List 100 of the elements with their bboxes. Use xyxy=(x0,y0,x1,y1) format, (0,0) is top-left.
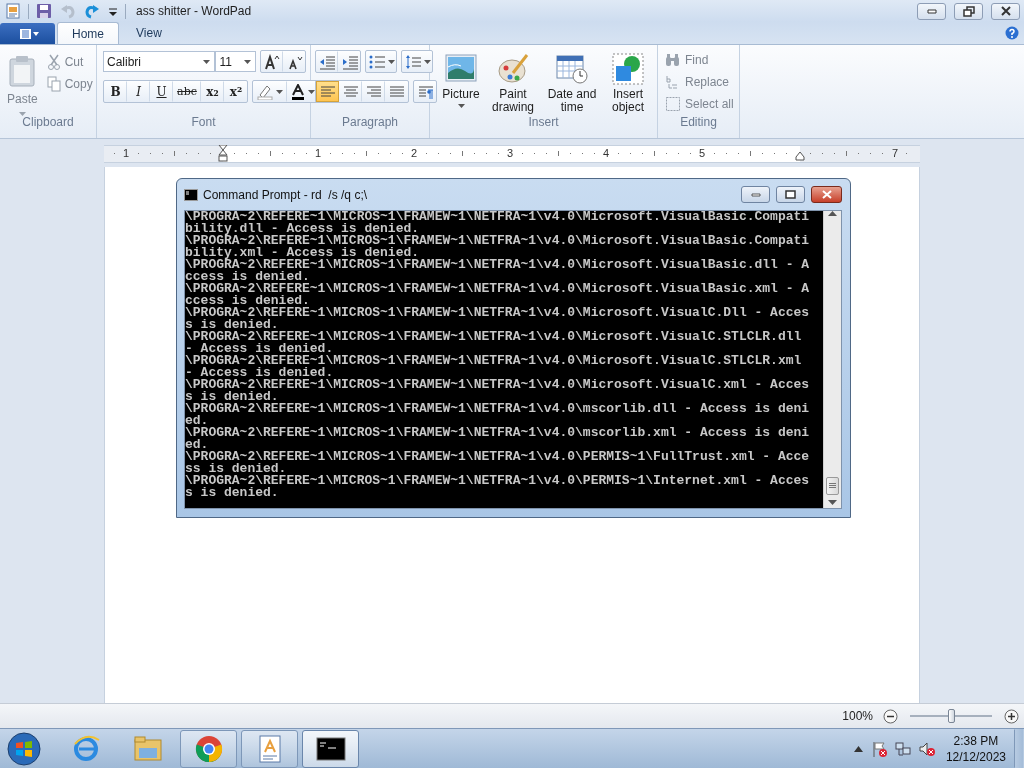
speaker-muted-icon[interactable] xyxy=(918,740,935,757)
console-line: \PROGRA~2\REFERE~1\MICROS~1\FRAMEW~1\NETFRA~1\v4.0\Microsoft.VisualBasic.dll - A xyxy=(185,259,811,271)
strikethrough-button[interactable]: abc xyxy=(173,81,201,102)
bold-button[interactable]: B xyxy=(104,81,127,102)
start-button[interactable] xyxy=(4,729,44,768)
caret-icon xyxy=(457,104,465,108)
ribbon-tab[interactable]: Home xyxy=(57,22,119,44)
bullet-list-icon xyxy=(368,53,385,70)
taskbar-button[interactable] xyxy=(302,729,359,768)
palette-icon xyxy=(497,53,529,85)
console-line: s is denied. xyxy=(185,487,280,499)
console-line: \PROGRA~2\REFERE~1\MICROS~1\FRAMEW~1\NETFRA~1\v4.0\Microsoft.VisualBasic.Compati xyxy=(185,211,811,223)
windows-logo-icon xyxy=(7,731,41,766)
superscript-button[interactable]: x² xyxy=(224,81,247,102)
font-color-icon xyxy=(290,83,305,100)
down-arrow-icon[interactable] xyxy=(828,499,837,505)
flag-icon[interactable] xyxy=(870,740,887,757)
close-icon xyxy=(1000,6,1011,16)
indent-marker-icon[interactable] xyxy=(218,145,228,162)
select-all-icon xyxy=(665,96,681,112)
justify-icon xyxy=(389,83,405,100)
close-button[interactable] xyxy=(811,186,842,203)
ruler-number: 1 xyxy=(122,147,130,159)
zoom-in-icon[interactable] xyxy=(1004,708,1019,724)
close-button[interactable] xyxy=(991,2,1020,20)
up-arrow-icon[interactable] xyxy=(853,745,863,752)
italic-button[interactable]: I xyxy=(127,81,150,102)
up-arrow-icon[interactable] xyxy=(828,211,837,217)
chrome-icon xyxy=(193,733,224,764)
console-line: \PROGRA~2\REFERE~1\MICROS~1\FRAMEW~1\NETFRA~1\v4.0\PERMIS~1\FullTrust.xml - Acce xyxy=(185,451,811,463)
console-line: ccess is denied. xyxy=(185,295,310,307)
caret-icon xyxy=(18,112,26,116)
slider-thumb[interactable] xyxy=(948,709,955,723)
console-line: s is denied. xyxy=(185,391,279,403)
group-label: Font xyxy=(190,115,217,131)
shapes-icon xyxy=(612,53,644,85)
redo-icon[interactable] xyxy=(84,3,100,19)
console-line: - Access is denied. xyxy=(185,343,334,355)
save-icon[interactable] xyxy=(36,3,52,19)
highlighter-icon xyxy=(257,83,273,100)
maximize-button[interactable] xyxy=(776,186,805,203)
console-line: ed. xyxy=(185,415,209,427)
help-icon[interactable] xyxy=(1005,26,1019,40)
align-left-icon xyxy=(319,83,336,100)
scrollbar[interactable] xyxy=(823,211,841,508)
folder-icon xyxy=(132,733,163,764)
console-line: \PROGRA~2\REFERE~1\MICROS~1\FRAMEW~1\NETFRA~1\v4.0\Microsoft.VisualC.STLCLR.dll xyxy=(185,331,803,343)
insert-object-button[interactable]: Insert object xyxy=(606,50,650,115)
console-line: - Access is denied. xyxy=(185,367,334,379)
console-line: ccess is denied. xyxy=(185,271,310,283)
clipboard-icon xyxy=(8,55,37,87)
network-icon[interactable] xyxy=(894,740,911,757)
caret-icon xyxy=(307,89,315,94)
ruler-number: 4 xyxy=(602,147,610,159)
ribbon-tab[interactable]: View xyxy=(121,22,177,44)
font-size-dropdown[interactable]: 11 xyxy=(215,51,256,72)
terminal-icon xyxy=(184,188,198,201)
subscript-button[interactable]: x₂ xyxy=(201,81,224,102)
minimize-button[interactable] xyxy=(741,186,770,203)
group-label: Paragraph xyxy=(340,115,399,131)
zoom-level: 100% xyxy=(842,709,873,723)
caret-icon xyxy=(387,59,395,64)
align-center-icon xyxy=(342,83,359,100)
console-line: bility.dll - Access is denied. xyxy=(185,223,420,235)
restore-icon xyxy=(962,5,975,17)
caret-icon xyxy=(276,89,283,94)
console-line: bility.xml - Access is denied. xyxy=(185,247,420,259)
right-indent-marker-icon[interactable] xyxy=(795,151,805,161)
console-line: \PROGRA~2\REFERE~1\MICROS~1\FRAMEW~1\NETFRA~1\v4.0\Microsoft.VisualBasic.xml - A xyxy=(185,283,811,295)
calendar-clock-icon xyxy=(556,53,588,85)
font-family-dropdown[interactable]: Calibri xyxy=(103,51,216,72)
console-line: \PROGRA~2\REFERE~1\MICROS~1\FRAMEW~1\NETFRA~1\v4.0\Microsoft.VisualC.Dll - Acces xyxy=(185,307,811,319)
zoom-out-icon[interactable] xyxy=(883,708,898,724)
binoculars-icon xyxy=(665,52,681,68)
app-menu-button[interactable] xyxy=(0,23,55,44)
decrease-indent-icon xyxy=(319,53,335,70)
console-line: ed. xyxy=(185,439,209,451)
window-title: Command Prompt - rd /s /q c;\ xyxy=(203,187,368,202)
grip-icon xyxy=(829,483,836,489)
ruler-number: 3 xyxy=(506,147,514,159)
console-line: \PROGRA~2\REFERE~1\MICROS~1\FRAMEW~1\NETFRA~1\v4.0\Microsoft.VisualBasic.Compati xyxy=(185,235,811,247)
picture-button[interactable]: Picture xyxy=(438,50,484,115)
date-and-time-button[interactable]: Date and time xyxy=(542,50,602,115)
console-line: \PROGRA~2\REFERE~1\MICROS~1\FRAMEW~1\NETFRA~1\v4.0\mscorlib.dll - Access is deni xyxy=(185,403,811,415)
minimize-icon xyxy=(750,192,761,197)
close-icon xyxy=(821,190,832,199)
scrollbar-thumb[interactable] xyxy=(826,477,839,495)
ruler-number: 7 xyxy=(891,147,899,159)
underline-button[interactable]: U xyxy=(150,81,173,102)
group-label: Insert xyxy=(527,115,560,131)
paint-drawing-button[interactable]: Paint drawing xyxy=(488,50,538,115)
console-line: \PROGRA~2\REFERE~1\MICROS~1\FRAMEW~1\NETFRA~1\v4.0\Microsoft.VisualC.STLCLR.xml xyxy=(185,355,803,367)
window-title: ass shitter - WordPad xyxy=(136,4,252,18)
console-line: s is denied. xyxy=(185,319,279,331)
clock-date: 12/12/2023 xyxy=(945,748,1006,765)
group-label: Editing xyxy=(679,115,718,131)
group-label: Clipboard xyxy=(21,115,75,131)
minimize-button[interactable] xyxy=(917,2,946,20)
ruler-number: 2 xyxy=(410,147,418,159)
restore-button[interactable] xyxy=(954,2,983,20)
